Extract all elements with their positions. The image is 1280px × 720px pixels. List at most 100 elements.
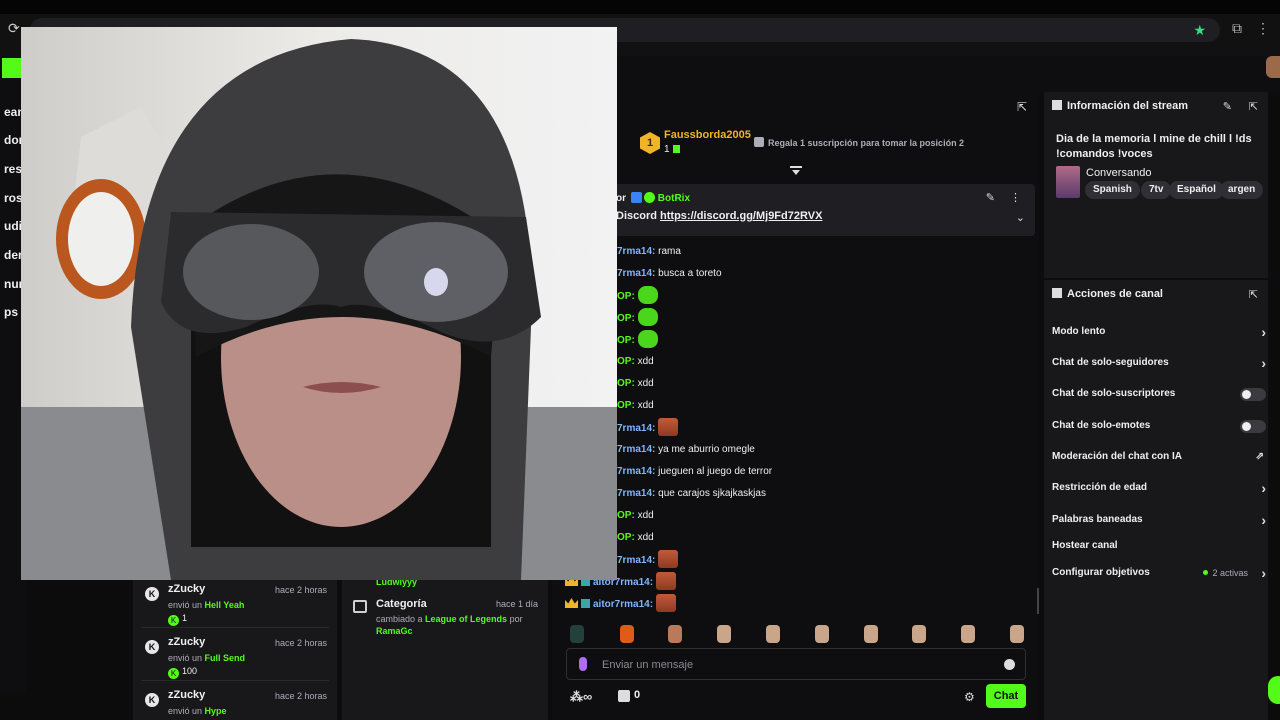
emote-button[interactable]	[668, 625, 682, 643]
gift-box-icon	[754, 137, 764, 147]
emote-quickbar	[566, 625, 1036, 645]
panel-title: Acciones de canal	[1052, 288, 1163, 300]
emote-button[interactable]	[717, 625, 731, 643]
chat-message: OP:	[617, 330, 658, 350]
action-slow-mode[interactable]: Modo lento ›	[1052, 321, 1266, 343]
leaderboard-user[interactable]: Faussborda2005	[664, 129, 751, 141]
emoji-picker-icon[interactable]	[1004, 659, 1015, 670]
emote	[637, 286, 658, 304]
stream-tag[interactable]: 7tv	[1141, 181, 1172, 199]
bookmark-star-icon[interactable]: ★	[1193, 22, 1206, 39]
chat-message: 7rma14: rama	[617, 246, 681, 257]
emote-button[interactable]	[815, 625, 829, 643]
chevron-right-icon: ›	[1261, 480, 1266, 496]
category-title: Categoría	[376, 598, 427, 610]
floating-action-button[interactable]	[1268, 676, 1280, 704]
chat-message: OP:	[617, 286, 658, 306]
stream-tag[interactable]: Español	[1169, 181, 1224, 199]
action-banned-words[interactable]: Palabras baneadas ›	[1052, 509, 1266, 531]
chat-message: aitor7rma14:	[565, 594, 676, 614]
feed-user[interactable]: zZucky	[168, 689, 205, 701]
emote-button[interactable]	[864, 625, 878, 643]
feed-user[interactable]: zZucky	[168, 636, 205, 648]
channel-points-icon[interactable]: ⁂∞	[570, 689, 592, 705]
action-age-restriction[interactable]: Restricción de edad ›	[1052, 477, 1266, 499]
feed-user[interactable]: zZucky	[168, 583, 205, 595]
stream-category[interactable]: Conversando	[1086, 167, 1151, 179]
edit-icon[interactable]: ✎	[1223, 100, 1232, 113]
popout-icon[interactable]: ⇱	[1017, 100, 1031, 114]
category-time: hace 1 día	[495, 599, 538, 609]
goals-status: 2 activas	[1203, 562, 1248, 584]
subscribers-only-toggle[interactable]	[1240, 388, 1266, 401]
pinned-message: or BotRix Discord https://discord.gg/Mj9…	[604, 184, 1035, 236]
sidebar-item[interactable]: ps	[4, 305, 18, 319]
category-thumbnail[interactable]	[1056, 166, 1080, 198]
chat-message: OP:	[617, 308, 658, 328]
feed-action: envió un Hell Yeah	[168, 600, 245, 610]
emote-button[interactable]	[1010, 625, 1024, 643]
action-configure-goals[interactable]: Configurar objetivos 2 activas ›	[1052, 562, 1266, 584]
kick-logo[interactable]	[2, 58, 22, 78]
emote	[637, 308, 658, 326]
user-avatar[interactable]	[1266, 56, 1280, 78]
webcam-image	[21, 27, 617, 580]
chat-scrollbar[interactable]	[1037, 588, 1039, 614]
sidebar-item[interactable]: res	[4, 162, 22, 176]
gift-icon	[672, 145, 680, 153]
browser-menu-icon[interactable]: ⋮	[1256, 20, 1270, 37]
sidebar-item[interactable]: der	[4, 248, 23, 262]
gift-box-icon[interactable]	[618, 690, 630, 702]
emote-button[interactable]	[620, 625, 634, 643]
chat-message: 7rma14:	[617, 550, 679, 570]
popout-icon[interactable]: ⇱	[1249, 288, 1258, 301]
sidebar-item[interactable]: ros	[4, 191, 23, 205]
expand-chevron-icon[interactable]: ⌄	[1016, 211, 1025, 224]
leaderboard-rank-badge: 1	[640, 132, 660, 154]
action-followers-only[interactable]: Chat de solo-seguidores ›	[1052, 352, 1266, 374]
emote-button[interactable]	[570, 625, 584, 643]
stream-tag[interactable]: argen	[1220, 181, 1264, 199]
extensions-icon[interactable]: ⧉	[1232, 20, 1242, 37]
chat-message: 7rma14: ya me aburrio omegle	[617, 444, 755, 455]
action-subscribers-only: Chat de solo-suscriptores	[1052, 383, 1266, 405]
collapse-leaderboard-icon[interactable]	[790, 166, 802, 176]
chat-message: 7rma14: jueguen al juego de terror	[617, 466, 773, 477]
discord-link[interactable]: https://discord.gg/Mj9Fd72RVX	[660, 210, 822, 222]
emote	[658, 550, 679, 568]
gear-icon[interactable]: ⚙	[964, 690, 975, 704]
emotes-only-toggle[interactable]	[1240, 420, 1266, 433]
chat-message: 7rma14:	[617, 418, 679, 438]
kick-coin-icon: K	[168, 615, 179, 626]
more-options-icon[interactable]: ⋮	[1010, 191, 1021, 204]
kick-badge-icon: K	[145, 587, 159, 601]
emote-button[interactable]	[766, 625, 780, 643]
pinned-author: or BotRix	[616, 192, 691, 204]
reload-icon[interactable]: ⟳	[8, 20, 20, 37]
feed-amount: K1	[168, 613, 187, 626]
chat-footer: ⁂∞ 0 ⚙ Chat	[566, 684, 1026, 710]
send-chat-button[interactable]: Chat	[986, 684, 1026, 708]
chevron-right-icon: ›	[1261, 355, 1266, 371]
webcam-overlay	[21, 27, 617, 580]
feed-action: envió un Hype	[168, 706, 227, 716]
feed-action: envió un Full Send	[168, 653, 246, 663]
popout-icon[interactable]: ⇱	[1249, 100, 1258, 113]
leaderboard-count: 1	[664, 144, 680, 155]
gift-hint[interactable]: Regala 1 suscripción para tomar la posic…	[754, 137, 964, 148]
panel-title: Información del stream	[1052, 100, 1188, 112]
emote-button[interactable]	[912, 625, 926, 643]
channel-actions-panel: Acciones de canal ⇱ Modo lento › Chat de …	[1044, 280, 1268, 720]
stream-tag[interactable]: Spanish	[1085, 181, 1140, 199]
category-feed: Ludwiyyy Categoría hace 1 día cambiado a…	[342, 577, 548, 720]
emote-button[interactable]	[961, 625, 975, 643]
action-host-channel[interactable]: Hostear canal	[1052, 535, 1266, 557]
chat-input[interactable]	[602, 655, 982, 675]
sub-badge-icon	[581, 599, 590, 608]
microphone-icon[interactable]	[579, 657, 587, 671]
actions-icon	[1052, 288, 1062, 298]
pin-icon[interactable]: ✎	[986, 191, 995, 204]
action-ai-moderation[interactable]: Moderación del chat con IA ⇗	[1052, 446, 1266, 468]
emote	[637, 330, 658, 348]
chat-message: OP: xdd	[617, 356, 654, 367]
